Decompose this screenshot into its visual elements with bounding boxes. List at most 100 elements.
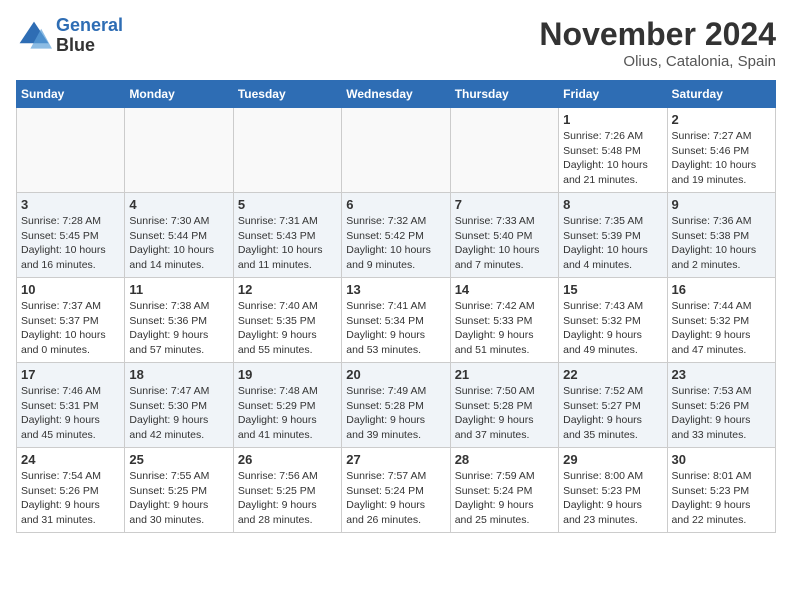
calendar-week-row: 17 Sunrise: 7:46 AM Sunset: 5:31 PM Dayli… (17, 363, 776, 448)
calendar-day-cell: 2 Sunrise: 7:27 AM Sunset: 5:46 PM Daylig… (667, 108, 775, 193)
logo-icon (16, 18, 52, 54)
day-number: 3 (21, 197, 120, 212)
calendar-day-cell (233, 108, 341, 193)
day-info: Sunrise: 7:43 AM Sunset: 5:32 PM Dayligh… (563, 299, 662, 358)
day-number: 21 (455, 367, 554, 382)
calendar-day-cell: 28 Sunrise: 7:59 AM Sunset: 5:24 PM Dayli… (450, 448, 558, 533)
day-info: Sunrise: 7:42 AM Sunset: 5:33 PM Dayligh… (455, 299, 554, 358)
calendar-day-cell: 4Sunrise: 7:30 AM Sunset: 5:44 PM Daylig… (125, 193, 233, 278)
calendar-week-row: 1 Sunrise: 7:26 AM Sunset: 5:48 PM Daylig… (17, 108, 776, 193)
calendar-week-row: 24Sunrise: 7:54 AM Sunset: 5:26 PM Dayli… (17, 448, 776, 533)
logo-text: General Blue (56, 16, 123, 56)
calendar-day-cell: 24Sunrise: 7:54 AM Sunset: 5:26 PM Dayli… (17, 448, 125, 533)
calendar-day-cell: 20Sunrise: 7:49 AM Sunset: 5:28 PM Dayli… (342, 363, 450, 448)
day-number: 25 (129, 452, 228, 467)
calendar-day-cell: 6Sunrise: 7:32 AM Sunset: 5:42 PM Daylig… (342, 193, 450, 278)
day-info: Sunrise: 7:46 AM Sunset: 5:31 PM Dayligh… (21, 384, 120, 443)
day-number: 24 (21, 452, 120, 467)
calendar-day-cell: 10 Sunrise: 7:37 AM Sunset: 5:37 PM Dayli… (17, 278, 125, 363)
calendar-day-cell: 29 Sunrise: 8:00 AM Sunset: 5:23 PM Dayli… (559, 448, 667, 533)
day-info: Sunrise: 7:59 AM Sunset: 5:24 PM Dayligh… (455, 469, 554, 528)
day-info: Sunrise: 8:00 AM Sunset: 5:23 PM Dayligh… (563, 469, 662, 528)
day-info: Sunrise: 7:50 AM Sunset: 5:28 PM Dayligh… (455, 384, 554, 443)
day-info: Sunrise: 7:40 AM Sunset: 5:35 PM Dayligh… (238, 299, 337, 358)
day-info: Sunrise: 7:56 AM Sunset: 5:25 PM Dayligh… (238, 469, 337, 528)
day-number: 12 (238, 282, 337, 297)
weekday-header-cell: Monday (125, 81, 233, 108)
day-number: 26 (238, 452, 337, 467)
calendar-day-cell: 13Sunrise: 7:41 AM Sunset: 5:34 PM Dayli… (342, 278, 450, 363)
day-number: 10 (21, 282, 120, 297)
day-number: 23 (672, 367, 771, 382)
weekday-header-cell: Friday (559, 81, 667, 108)
day-number: 11 (129, 282, 228, 297)
day-number: 28 (455, 452, 554, 467)
day-number: 18 (129, 367, 228, 382)
calendar-day-cell: 19 Sunrise: 7:48 AM Sunset: 5:29 PM Dayli… (233, 363, 341, 448)
calendar-day-cell: 16Sunrise: 7:44 AM Sunset: 5:32 PM Dayli… (667, 278, 775, 363)
day-number: 30 (672, 452, 771, 467)
weekday-header-cell: Tuesday (233, 81, 341, 108)
calendar-day-cell: 21 Sunrise: 7:50 AM Sunset: 5:28 PM Dayli… (450, 363, 558, 448)
day-number: 4 (129, 197, 228, 212)
calendar-day-cell (342, 108, 450, 193)
day-info: Sunrise: 7:33 AM Sunset: 5:40 PM Dayligh… (455, 214, 554, 273)
calendar-day-cell: 14 Sunrise: 7:42 AM Sunset: 5:33 PM Dayli… (450, 278, 558, 363)
calendar-day-cell: 3 Sunrise: 7:28 AM Sunset: 5:45 PM Daylig… (17, 193, 125, 278)
calendar-day-cell: 12 Sunrise: 7:40 AM Sunset: 5:35 PM Dayli… (233, 278, 341, 363)
day-number: 1 (563, 112, 662, 127)
day-info: Sunrise: 7:36 AM Sunset: 5:38 PM Dayligh… (672, 214, 771, 273)
calendar-week-row: 10 Sunrise: 7:37 AM Sunset: 5:37 PM Dayli… (17, 278, 776, 363)
day-number: 15 (563, 282, 662, 297)
logo: General Blue (16, 16, 123, 56)
day-number: 17 (21, 367, 120, 382)
calendar-day-cell: 11 Sunrise: 7:38 AM Sunset: 5:36 PM Dayli… (125, 278, 233, 363)
day-number: 29 (563, 452, 662, 467)
day-number: 2 (672, 112, 771, 127)
day-number: 22 (563, 367, 662, 382)
day-number: 27 (346, 452, 445, 467)
day-info: Sunrise: 7:55 AM Sunset: 5:25 PM Dayligh… (129, 469, 228, 528)
calendar-day-cell (125, 108, 233, 193)
calendar-day-cell: 26 Sunrise: 7:56 AM Sunset: 5:25 PM Dayli… (233, 448, 341, 533)
weekday-header: SundayMondayTuesdayWednesdayThursdayFrid… (17, 81, 776, 108)
calendar-day-cell: 7Sunrise: 7:33 AM Sunset: 5:40 PM Daylig… (450, 193, 558, 278)
day-number: 16 (672, 282, 771, 297)
title-area: November 2024 Olius, Catalonia, Spain (539, 16, 776, 70)
calendar-week-row: 3 Sunrise: 7:28 AM Sunset: 5:45 PM Daylig… (17, 193, 776, 278)
calendar-day-cell: 9 Sunrise: 7:36 AM Sunset: 5:38 PM Daylig… (667, 193, 775, 278)
calendar: SundayMondayTuesdayWednesdayThursdayFrid… (16, 80, 776, 533)
location-title: Olius, Catalonia, Spain (539, 53, 776, 70)
day-info: Sunrise: 7:57 AM Sunset: 5:24 PM Dayligh… (346, 469, 445, 528)
calendar-day-cell: 18Sunrise: 7:47 AM Sunset: 5:30 PM Dayli… (125, 363, 233, 448)
day-info: Sunrise: 7:26 AM Sunset: 5:48 PM Dayligh… (563, 129, 662, 188)
day-info: Sunrise: 7:52 AM Sunset: 5:27 PM Dayligh… (563, 384, 662, 443)
calendar-day-cell: 15 Sunrise: 7:43 AM Sunset: 5:32 PM Dayli… (559, 278, 667, 363)
day-number: 14 (455, 282, 554, 297)
calendar-day-cell: 22 Sunrise: 7:52 AM Sunset: 5:27 PM Dayli… (559, 363, 667, 448)
day-info: Sunrise: 7:27 AM Sunset: 5:46 PM Dayligh… (672, 129, 771, 188)
day-info: Sunrise: 7:38 AM Sunset: 5:36 PM Dayligh… (129, 299, 228, 358)
calendar-body: 1 Sunrise: 7:26 AM Sunset: 5:48 PM Daylig… (17, 108, 776, 533)
day-info: Sunrise: 7:35 AM Sunset: 5:39 PM Dayligh… (563, 214, 662, 273)
day-number: 19 (238, 367, 337, 382)
calendar-day-cell (450, 108, 558, 193)
day-number: 5 (238, 197, 337, 212)
day-info: Sunrise: 7:28 AM Sunset: 5:45 PM Dayligh… (21, 214, 120, 273)
weekday-header-cell: Saturday (667, 81, 775, 108)
header: General Blue November 2024 Olius, Catalo… (16, 16, 776, 70)
calendar-day-cell (17, 108, 125, 193)
calendar-day-cell: 17 Sunrise: 7:46 AM Sunset: 5:31 PM Dayli… (17, 363, 125, 448)
calendar-day-cell: 1 Sunrise: 7:26 AM Sunset: 5:48 PM Daylig… (559, 108, 667, 193)
calendar-day-cell: 27 Sunrise: 7:57 AM Sunset: 5:24 PM Dayli… (342, 448, 450, 533)
day-info: Sunrise: 7:48 AM Sunset: 5:29 PM Dayligh… (238, 384, 337, 443)
calendar-day-cell: 25 Sunrise: 7:55 AM Sunset: 5:25 PM Dayli… (125, 448, 233, 533)
calendar-day-cell: 30Sunrise: 8:01 AM Sunset: 5:23 PM Dayli… (667, 448, 775, 533)
day-number: 9 (672, 197, 771, 212)
day-info: Sunrise: 7:37 AM Sunset: 5:37 PM Dayligh… (21, 299, 120, 358)
weekday-header-cell: Thursday (450, 81, 558, 108)
day-info: Sunrise: 7:41 AM Sunset: 5:34 PM Dayligh… (346, 299, 445, 358)
month-title: November 2024 (539, 16, 776, 53)
calendar-day-cell: 8Sunrise: 7:35 AM Sunset: 5:39 PM Daylig… (559, 193, 667, 278)
day-number: 20 (346, 367, 445, 382)
